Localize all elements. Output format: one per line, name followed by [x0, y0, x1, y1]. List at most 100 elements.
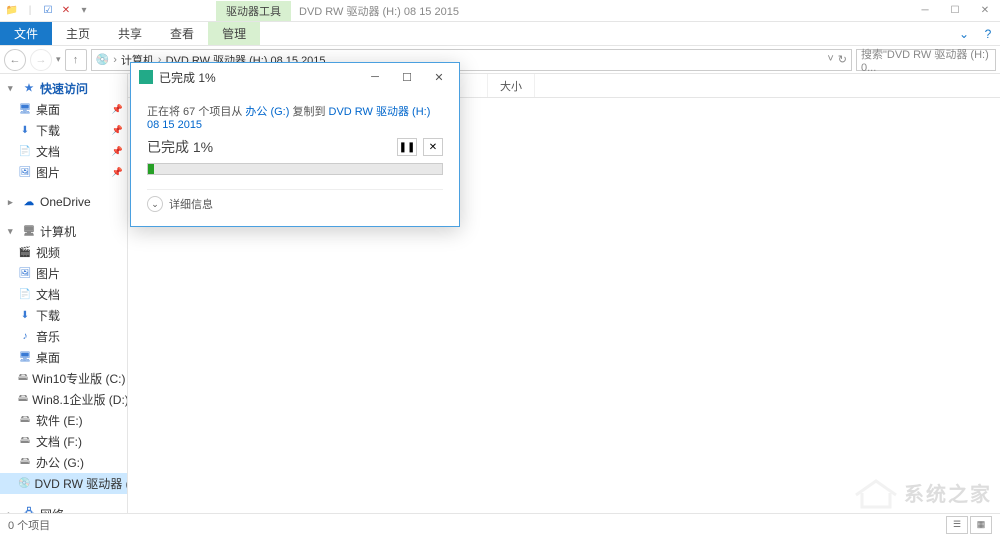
back-button[interactable]: ←: [4, 49, 26, 71]
documents-icon: 📄: [18, 288, 32, 302]
cancel-button[interactable]: ✕: [423, 138, 443, 156]
pin-icon: 📌: [112, 125, 123, 136]
tab-manage[interactable]: 管理: [208, 22, 260, 45]
sidebar-item-dvd[interactable]: 💿 DVD RW 驱动器 (H: [0, 473, 127, 494]
details-toggle[interactable]: ⌄ 详细信息: [147, 189, 443, 218]
sidebar-item-label: 快速访问: [40, 80, 88, 97]
dialog-title: 已完成 1%: [159, 69, 216, 86]
close-button[interactable]: ✕: [970, 1, 1000, 21]
chevron-down-icon[interactable]: ▾: [8, 226, 18, 237]
titlebar: 📁 | ☑ ✕ ▾ 驱动器工具 DVD RW 驱动器 (H:) 08 15 20…: [0, 0, 1000, 22]
ribbon: 文件 主页 共享 查看 管理 ⌄ ?: [0, 22, 1000, 46]
copy-source-link[interactable]: 办公 (G:): [245, 106, 289, 118]
sidebar-item-label: DVD RW 驱动器 (H: [34, 475, 128, 492]
details-view-button[interactable]: ☰: [946, 516, 968, 534]
refresh-icon[interactable]: ↻: [838, 53, 847, 66]
sidebar-item-drive-g[interactable]: 🖴办公 (G:): [0, 452, 127, 473]
sidebar-item-documents[interactable]: 📄文档: [0, 284, 127, 305]
ribbon-expand-icon[interactable]: ⌄: [952, 22, 976, 45]
dialog-maximize-button[interactable]: ☐: [395, 67, 419, 87]
sidebar-item-drive-c[interactable]: 🖴 Win10专业版 (C:): [0, 368, 127, 389]
navigation-pane: ▾ ★ 快速访问 🖥桌面📌 ⬇下载📌 📄文档📌 🖼图片📌 ▸ ☁ OneDriv…: [0, 74, 128, 513]
copy-status: 已完成 1%: [147, 137, 213, 157]
sidebar-item-label: 文档: [36, 143, 60, 160]
sidebar-item-drive-f[interactable]: 🖴文档 (F:): [0, 431, 127, 452]
copy-desc-mid: 复制到: [289, 106, 328, 118]
tab-file[interactable]: 文件: [0, 22, 52, 45]
view-switcher: ☰ ▦: [946, 516, 992, 534]
tab-home[interactable]: 主页: [52, 22, 104, 45]
recent-dropdown-icon[interactable]: ▾: [56, 54, 61, 65]
sidebar-item-desktop[interactable]: 🖥桌面: [0, 347, 127, 368]
computer-icon: 🖥: [22, 225, 36, 239]
dialog-titlebar[interactable]: 已完成 1% ─ ☐ ✕: [131, 63, 459, 91]
sidebar-item-music[interactable]: ♪音乐: [0, 326, 127, 347]
new-folder-icon[interactable]: ✕: [58, 3, 74, 19]
sidebar-item-label: 视频: [36, 244, 60, 261]
up-button[interactable]: ↑: [65, 49, 87, 71]
maximize-button[interactable]: ☐: [940, 1, 970, 21]
dialog-close-button[interactable]: ✕: [427, 67, 451, 87]
details-label: 详细信息: [169, 196, 213, 212]
search-input[interactable]: 搜索"DVD RW 驱动器 (H:) 0...: [856, 49, 996, 71]
drive-icon: 🖴: [18, 393, 28, 407]
sidebar-item-pictures[interactable]: 🖼图片: [0, 263, 127, 284]
sidebar-item-drive-d[interactable]: 🖴Win8.1企业版 (D:): [0, 389, 127, 410]
pin-icon: 📌: [112, 104, 123, 115]
music-icon: ♪: [18, 330, 32, 344]
sidebar-item-downloads[interactable]: ⬇下载📌: [0, 120, 127, 141]
item-count: 0 个项目: [8, 517, 50, 533]
forward-button[interactable]: →: [30, 49, 52, 71]
qat-separator: |: [22, 3, 38, 19]
quick-access-toolbar: 📁 | ☑ ✕ ▾: [0, 3, 96, 19]
drive-icon: 🖴: [18, 414, 32, 428]
sidebar-item-downloads[interactable]: ⬇下载: [0, 305, 127, 326]
drive-icon: 🖴: [18, 372, 28, 386]
chevron-right-icon[interactable]: ▸: [8, 197, 18, 208]
breadcrumb-sep-icon: ›: [113, 54, 117, 66]
pictures-icon: 🖼: [18, 166, 32, 180]
sidebar-item-label: 图片: [36, 164, 60, 181]
thumbnails-view-button[interactable]: ▦: [970, 516, 992, 534]
sidebar-item-label: Win10专业版 (C:): [32, 370, 125, 387]
tab-share[interactable]: 共享: [104, 22, 156, 45]
sidebar-item-documents[interactable]: 📄文档📌: [0, 141, 127, 162]
address-dropdown-icon[interactable]: ˅: [827, 53, 833, 66]
sidebar-onedrive[interactable]: ▸ ☁ OneDrive: [0, 193, 127, 211]
sidebar-item-label: 软件 (E:): [36, 412, 83, 429]
sidebar-item-label: 桌面: [36, 101, 60, 118]
sidebar-item-label: 计算机: [40, 223, 76, 240]
star-icon: ★: [22, 82, 36, 96]
sidebar-quick-access[interactable]: ▾ ★ 快速访问: [0, 78, 127, 99]
sidebar-item-label: 网络: [40, 506, 64, 513]
chevron-right-icon[interactable]: ▸: [8, 509, 18, 513]
sidebar-item-desktop[interactable]: 🖥 桌面 📌: [0, 99, 127, 120]
column-header-size[interactable]: 大小: [488, 74, 535, 97]
pause-button[interactable]: ❚❚: [397, 138, 417, 156]
sidebar-item-label: 下载: [36, 307, 60, 324]
dialog-minimize-button[interactable]: ─: [363, 67, 387, 87]
progress-bar: [147, 163, 443, 175]
sidebar-item-pictures[interactable]: 🖼图片📌: [0, 162, 127, 183]
chevron-down-icon[interactable]: ▾: [8, 83, 18, 94]
network-icon: 🖧: [22, 508, 36, 514]
desktop-icon: 🖥: [18, 103, 32, 117]
sidebar-item-drive-e[interactable]: 🖴 软件 (E:): [0, 410, 127, 431]
dvd-icon: 💿: [18, 477, 30, 491]
sidebar-item-videos[interactable]: 🎬 视频: [0, 242, 127, 263]
sidebar-item-label: 办公 (G:): [36, 454, 84, 471]
sidebar-item-label: 图片: [36, 265, 60, 282]
sidebar-network[interactable]: ▸ 🖧 网络: [0, 504, 127, 513]
copy-progress-dialog: 已完成 1% ─ ☐ ✕ 正在将 67 个项目从 办公 (G:) 复制到 DVD…: [130, 62, 460, 227]
minimize-button[interactable]: ─: [910, 1, 940, 21]
sidebar-item-label: 文档 (F:): [36, 433, 82, 450]
drive-icon: 💿: [96, 53, 110, 66]
qat-dropdown-icon[interactable]: ▾: [76, 3, 92, 19]
sidebar-this-pc[interactable]: ▾ 🖥 计算机: [0, 221, 127, 242]
videos-icon: 🎬: [18, 246, 32, 260]
sidebar-item-label: OneDrive: [40, 195, 91, 209]
tab-view[interactable]: 查看: [156, 22, 208, 45]
help-icon[interactable]: ?: [976, 22, 1000, 45]
properties-icon[interactable]: ☑: [40, 3, 56, 19]
progress-fill: [148, 164, 154, 174]
